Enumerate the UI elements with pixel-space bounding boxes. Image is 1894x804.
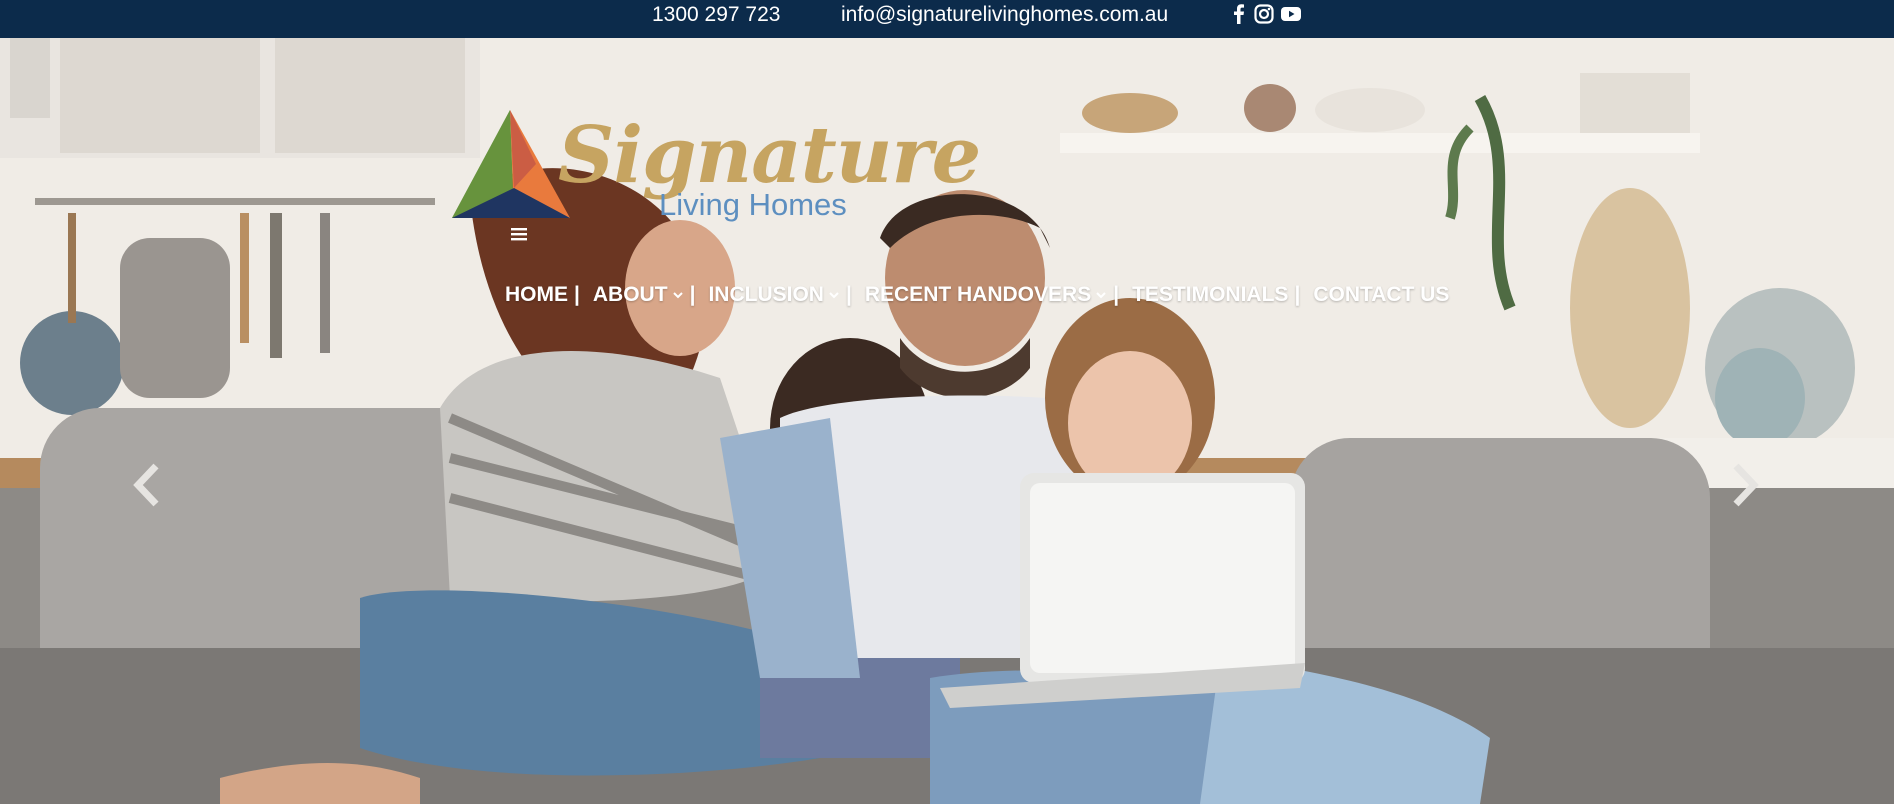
nav-item-label: HOME: [505, 283, 568, 306]
nav-item-testimonials[interactable]: TESTIMONIALS: [1132, 283, 1288, 307]
nav-item-about[interactable]: ABOUT: [593, 283, 684, 307]
logo-subtitle[interactable]: Living Homes: [659, 188, 847, 222]
nav-separator: |: [574, 283, 580, 306]
nav-item-label: ABOUT: [592, 283, 668, 306]
instagram-icon[interactable]: [1253, 3, 1275, 25]
chevron-down-icon: [1096, 292, 1106, 299]
nav-item-label: RECENT HANDOVERS: [864, 283, 1092, 306]
hero-slider: Signature Living Homes HOME | ABOUT | IN…: [0, 38, 1894, 804]
nav-item-label: CONTACT US: [1313, 283, 1450, 306]
nav-item-contact-us[interactable]: CONTACT US: [1313, 283, 1449, 307]
nav-separator: |: [1113, 283, 1120, 306]
nav-separator: |: [1294, 283, 1301, 306]
nav-item-label: TESTIMONIALS: [1132, 283, 1289, 306]
youtube-icon[interactable]: [1280, 3, 1302, 25]
logo-title[interactable]: Signature: [558, 116, 981, 196]
nav-item-label: INCLUSION: [708, 283, 824, 306]
chevron-left-icon[interactable]: [130, 462, 164, 508]
top-contact-bar: 1300 297 723 info@signaturelivinghomes.c…: [0, 0, 1894, 38]
facebook-icon[interactable]: [1228, 3, 1250, 25]
hamburger-menu-icon[interactable]: [508, 225, 530, 243]
nav-item-recent-handovers[interactable]: RECENT HANDOVERS: [865, 283, 1107, 307]
chevron-right-icon[interactable]: [1728, 462, 1762, 508]
nav-separator: |: [845, 283, 852, 306]
nav-item-home[interactable]: HOME: [505, 283, 568, 307]
chevron-down-icon: [672, 292, 683, 299]
chevron-down-icon: [829, 292, 839, 299]
phone-number-link[interactable]: 1300 297 723: [652, 3, 780, 27]
nav-separator: |: [689, 283, 696, 306]
email-link[interactable]: info@signaturelivinghomes.com.au: [841, 3, 1168, 27]
nav-item-inclusion[interactable]: INCLUSION: [708, 283, 840, 307]
main-navigation: HOME | ABOUT | INCLUSION | RECENT HANDOV…: [505, 281, 1449, 309]
